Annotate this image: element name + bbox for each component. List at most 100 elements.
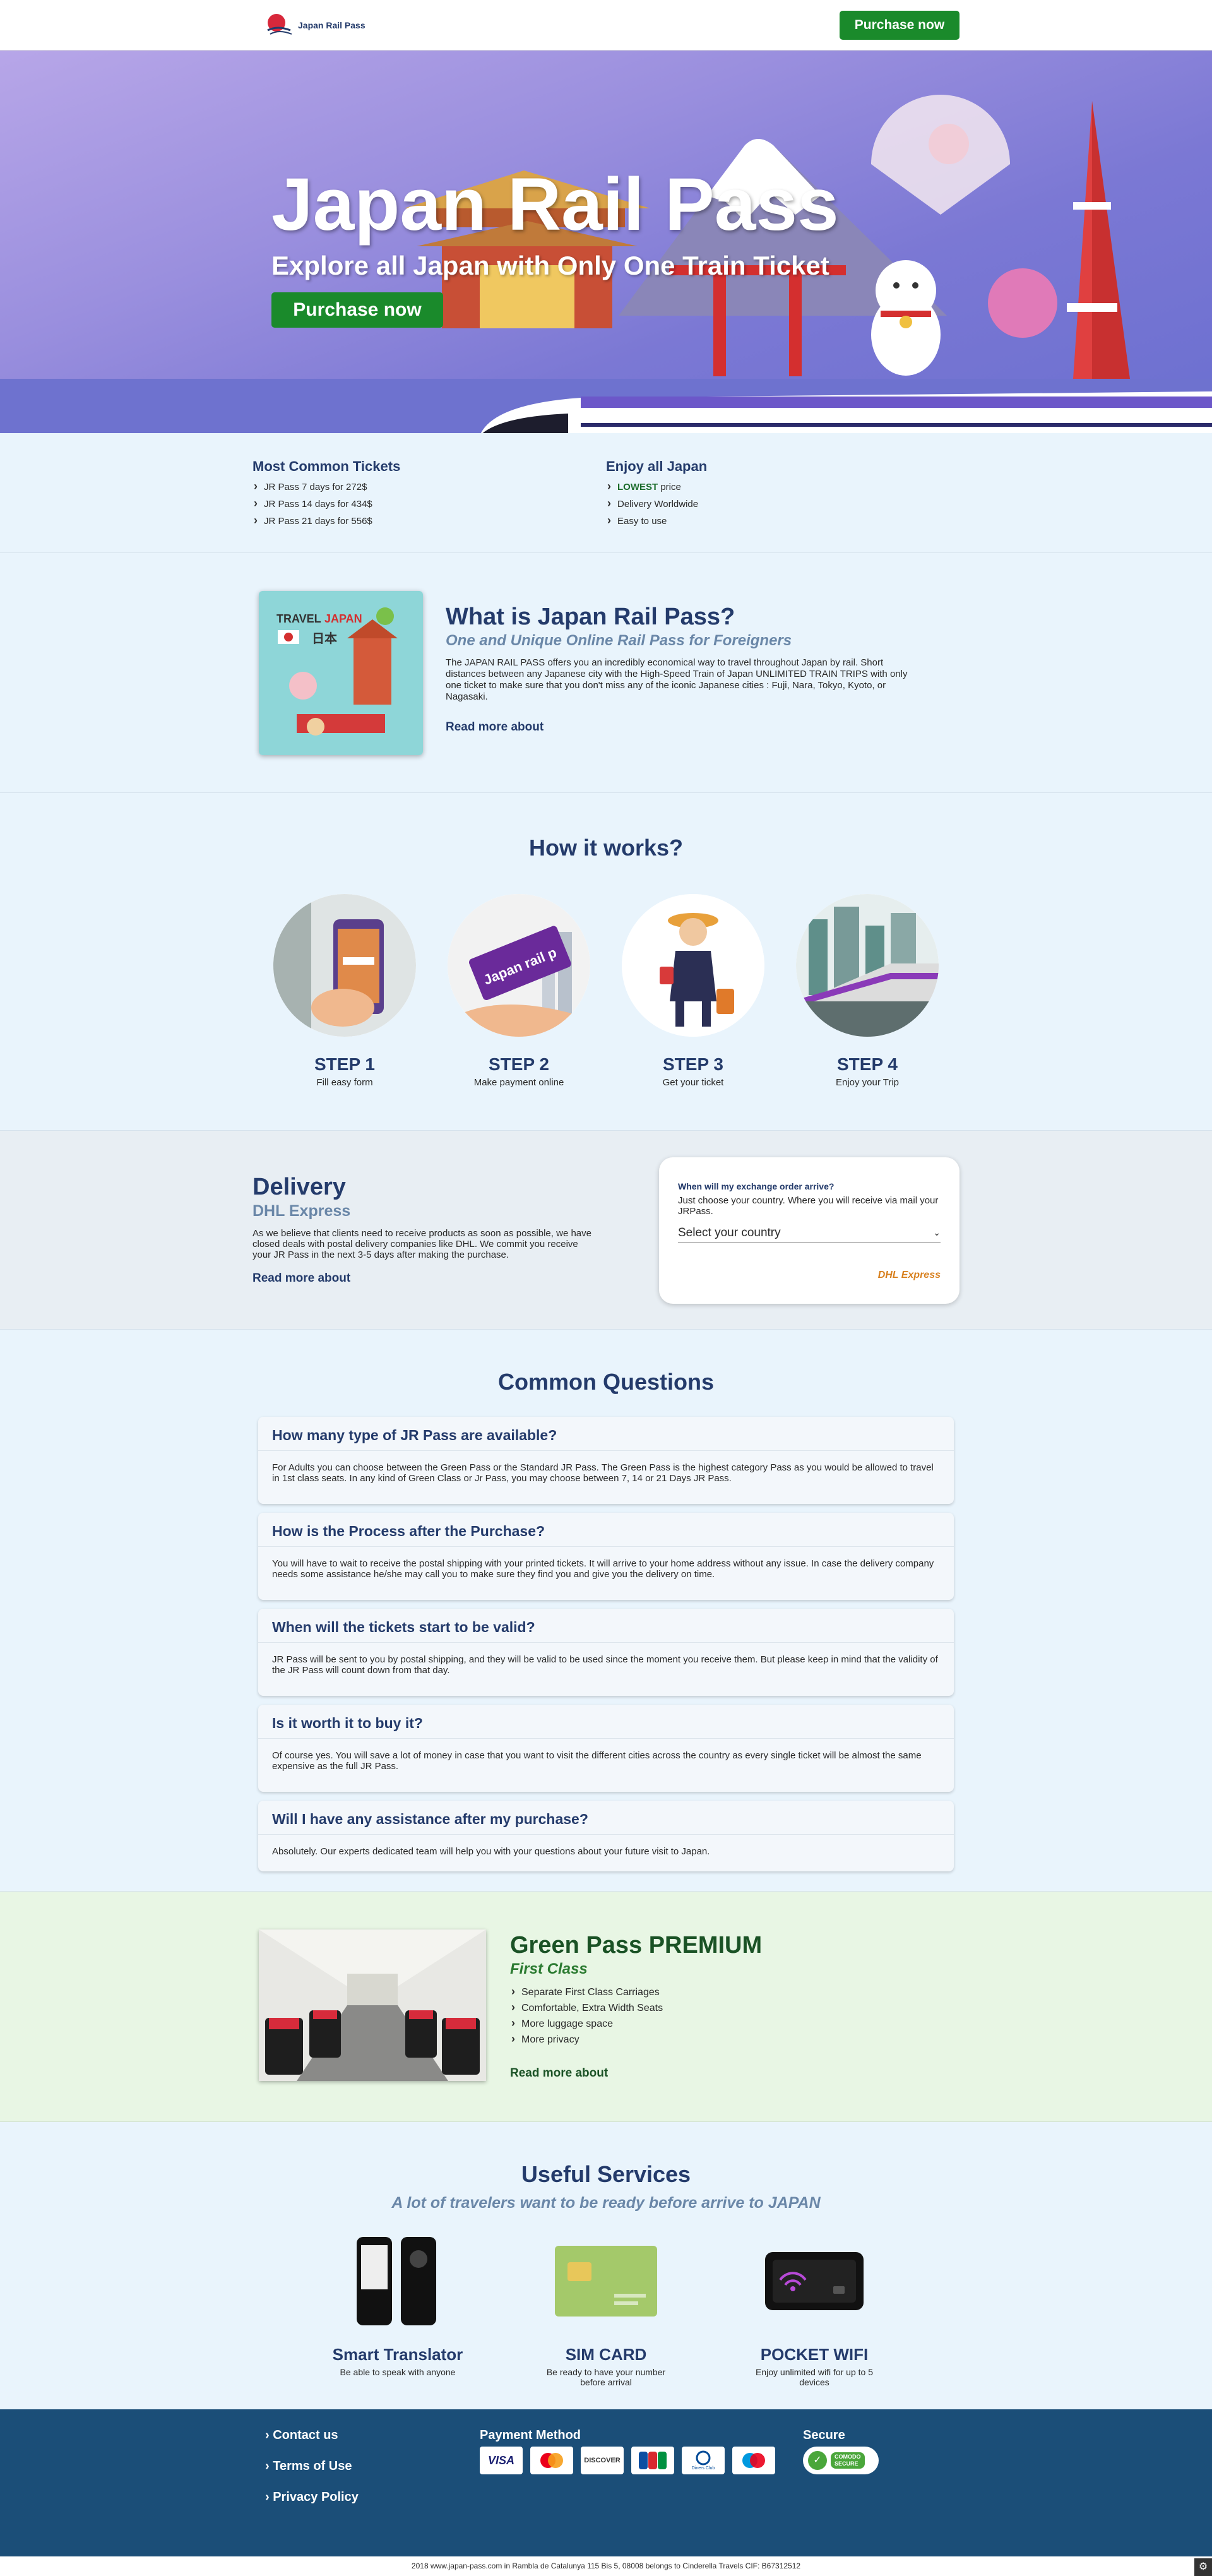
faq-question[interactable]: Is it worth it to buy it? xyxy=(258,1705,954,1739)
green-pass-feature: More privacy xyxy=(510,2031,762,2048)
delivery-text: Delivery DHL Express As we believe that … xyxy=(252,1157,593,1304)
footer-link-contact[interactable]: › Contact us xyxy=(265,2428,480,2443)
delivery-box-title: When will my exchange order arrive? xyxy=(678,1181,835,1191)
green-pass-read-more-link[interactable]: Read more about xyxy=(510,2066,608,2080)
country-select-value: Select your country xyxy=(678,1225,781,1239)
jcb-card-icon xyxy=(631,2447,674,2474)
secure-title: Secure xyxy=(803,2428,845,2442)
step-4: STEP 4 Enjoy your Trip xyxy=(796,894,939,1088)
common-tickets: Most Common Tickets JR Pass 7 days for 2… xyxy=(252,458,606,530)
phone-form-icon xyxy=(273,894,416,1037)
cherry-tree-icon xyxy=(988,268,1057,338)
faq-question[interactable]: How is the Process after the Purchase? xyxy=(258,1513,954,1547)
logo-text: Japan Rail Pass xyxy=(298,20,365,30)
step-2: Japan rail p STEP 2 Make payment online xyxy=(448,894,590,1088)
how-it-works-section: How it works? STEP 1 Fill easy form Japa… xyxy=(0,793,1212,1131)
what-is-body: The JAPAN RAIL PASS offers you an incred… xyxy=(446,657,908,702)
enjoy-item: Delivery Worldwide xyxy=(606,495,960,513)
diners-club-icon: Diners Club xyxy=(682,2447,725,2474)
step-desc: Enjoy your Trip xyxy=(835,1077,900,1088)
service-desc: Be able to speak with anyone xyxy=(340,2367,456,2377)
delivery-title: Delivery xyxy=(252,1174,346,1200)
faq-answer: Absolutely. Our experts dedicated team w… xyxy=(272,1846,710,1857)
dhl-express-label: DHL Express xyxy=(877,1270,941,1280)
copyright-text: 2018 www.japan-pass.com in Rambla de Cat… xyxy=(411,2561,801,2570)
delivery-body: As we believe that clients need to recei… xyxy=(252,1228,591,1260)
faq-answer: JR Pass will be sent to you by postal sh… xyxy=(272,1654,938,1676)
travel-japan-image: TRAVEL JAPAN 日本 xyxy=(259,591,423,755)
tickets-section: Most Common Tickets JR Pass 7 days for 2… xyxy=(0,433,1212,553)
chevron-down-icon: ⌄ xyxy=(933,1227,941,1237)
service-sim-card[interactable]: SIM CARD Be ready to have your number be… xyxy=(537,2234,675,2387)
hero-banner: Japan Rail Pass Explore all Japan with O… xyxy=(0,51,1212,433)
step-desc: Get your ticket xyxy=(662,1077,724,1088)
faq-item: Is it worth it to buy it? Of course yes.… xyxy=(258,1705,954,1792)
footer-link-terms[interactable]: › Terms of Use xyxy=(265,2459,480,2474)
site-footer: › Contact us › Terms of Use › Privacy Po… xyxy=(0,2409,1212,2556)
service-name: Smart Translator xyxy=(332,2345,463,2364)
step-desc: Fill easy form xyxy=(316,1077,373,1088)
what-is-read-more-link[interactable]: Read more about xyxy=(446,720,544,734)
footer-link-privacy[interactable]: › Privacy Policy xyxy=(265,2490,480,2505)
ticket-item: JR Pass 14 days for 434$ xyxy=(252,495,606,513)
faq-question[interactable]: When will the tickets start to be valid? xyxy=(258,1609,954,1643)
payment-title: Payment Method xyxy=(480,2428,581,2442)
translator-device-icon xyxy=(328,2234,467,2329)
step-label: STEP 4 xyxy=(837,1054,898,1074)
services-subtitle: A lot of travelers want to be ready befo… xyxy=(391,2194,821,2212)
green-pass-feature: More luggage space xyxy=(510,2015,762,2032)
green-pass-text: Green Pass PREMIUM First Class Separate … xyxy=(510,1929,762,2081)
faq-title: Common Questions xyxy=(497,1369,715,1395)
train-icon xyxy=(796,894,939,1037)
mastercard-icon xyxy=(530,2447,573,2474)
secure-section: Secure ✓ COMODO SECURE xyxy=(803,2428,879,2521)
step-3: STEP 3 Get your ticket xyxy=(622,894,764,1088)
enjoy-japan-title: Enjoy all Japan xyxy=(606,458,708,474)
service-pocket-wifi[interactable]: POCKET WIFI Enjoy unlimited wifi for up … xyxy=(745,2234,884,2387)
hero-subtitle: Explore all Japan with Only One Train Ti… xyxy=(271,251,829,280)
logo-icon xyxy=(267,14,292,35)
step-label: STEP 1 xyxy=(314,1054,375,1074)
hero-purchase-button[interactable]: Purchase now xyxy=(271,292,443,328)
what-is-subtitle: One and Unique Online Rail Pass for Fore… xyxy=(446,632,792,649)
what-is-title: What is Japan Rail Pass? xyxy=(446,604,735,630)
ticket-item: JR Pass 21 days for 556$ xyxy=(252,512,606,530)
country-select[interactable]: Select your country ⌄ xyxy=(678,1223,941,1243)
faq-question[interactable]: How many type of JR Pass are available? xyxy=(258,1417,954,1451)
enjoy-japan: Enjoy all Japan LOWEST price Delivery Wo… xyxy=(606,458,960,530)
step-label: STEP 3 xyxy=(663,1054,723,1074)
hero-title: Japan Rail Pass xyxy=(271,163,839,246)
faq-answer: Of course yes. You will save a lot of mo… xyxy=(272,1750,922,1772)
green-pass-section: Green Pass PREMIUM First Class Separate … xyxy=(0,1892,1212,2122)
pocket-wifi-icon xyxy=(745,2234,884,2329)
faq-answer: For Adults you can choose between the Gr… xyxy=(272,1462,934,1484)
faq-item: Will I have any assistance after my purc… xyxy=(258,1801,954,1871)
header-purchase-button[interactable]: Purchase now xyxy=(840,11,960,40)
services-title: Useful Services xyxy=(521,2161,691,2187)
enjoy-item: Easy to use xyxy=(606,512,960,530)
visa-card-icon: VISA xyxy=(480,2447,523,2474)
delivery-section: Delivery DHL Express As we believe that … xyxy=(0,1131,1212,1330)
shinkansen-train-icon xyxy=(480,391,1212,433)
faq-question[interactable]: Will I have any assistance after my purc… xyxy=(258,1801,954,1835)
footer-links: › Contact us › Terms of Use › Privacy Po… xyxy=(252,2428,480,2521)
delivery-read-more-link[interactable]: Read more about xyxy=(252,1272,350,1285)
green-pass-subtitle: First Class xyxy=(510,1960,588,1977)
common-tickets-title: Most Common Tickets xyxy=(252,458,401,474)
green-pass-title: Green Pass PREMIUM xyxy=(510,1932,763,1959)
faq-answer: You will have to wait to receive the pos… xyxy=(272,1558,934,1580)
service-translator[interactable]: Smart Translator Be able to speak with a… xyxy=(328,2234,467,2387)
services-section: Useful Services A lot of travelers want … xyxy=(0,2122,1212,2409)
hero-text: Japan Rail Pass Explore all Japan with O… xyxy=(271,167,839,328)
step-desc: Make payment online xyxy=(473,1077,564,1088)
comodo-secure-badge: ✓ COMODO SECURE xyxy=(803,2447,879,2474)
payment-methods: Payment Method VISA DISCOVER Diners Club xyxy=(480,2428,803,2521)
delivery-subtitle: DHL Express xyxy=(252,1202,351,1220)
logo[interactable]: Japan Rail Pass xyxy=(265,11,365,39)
gear-icon[interactable]: ⚙ xyxy=(1194,2558,1212,2576)
faq-item: When will the tickets start to be valid?… xyxy=(258,1609,954,1696)
faq-item: How many type of JR Pass are available? … xyxy=(258,1417,954,1504)
tokyo-tower-icon xyxy=(1067,101,1130,379)
fan-icon xyxy=(871,95,1010,215)
service-desc: Enjoy unlimited wifi for up to 5 devices xyxy=(756,2367,873,2387)
